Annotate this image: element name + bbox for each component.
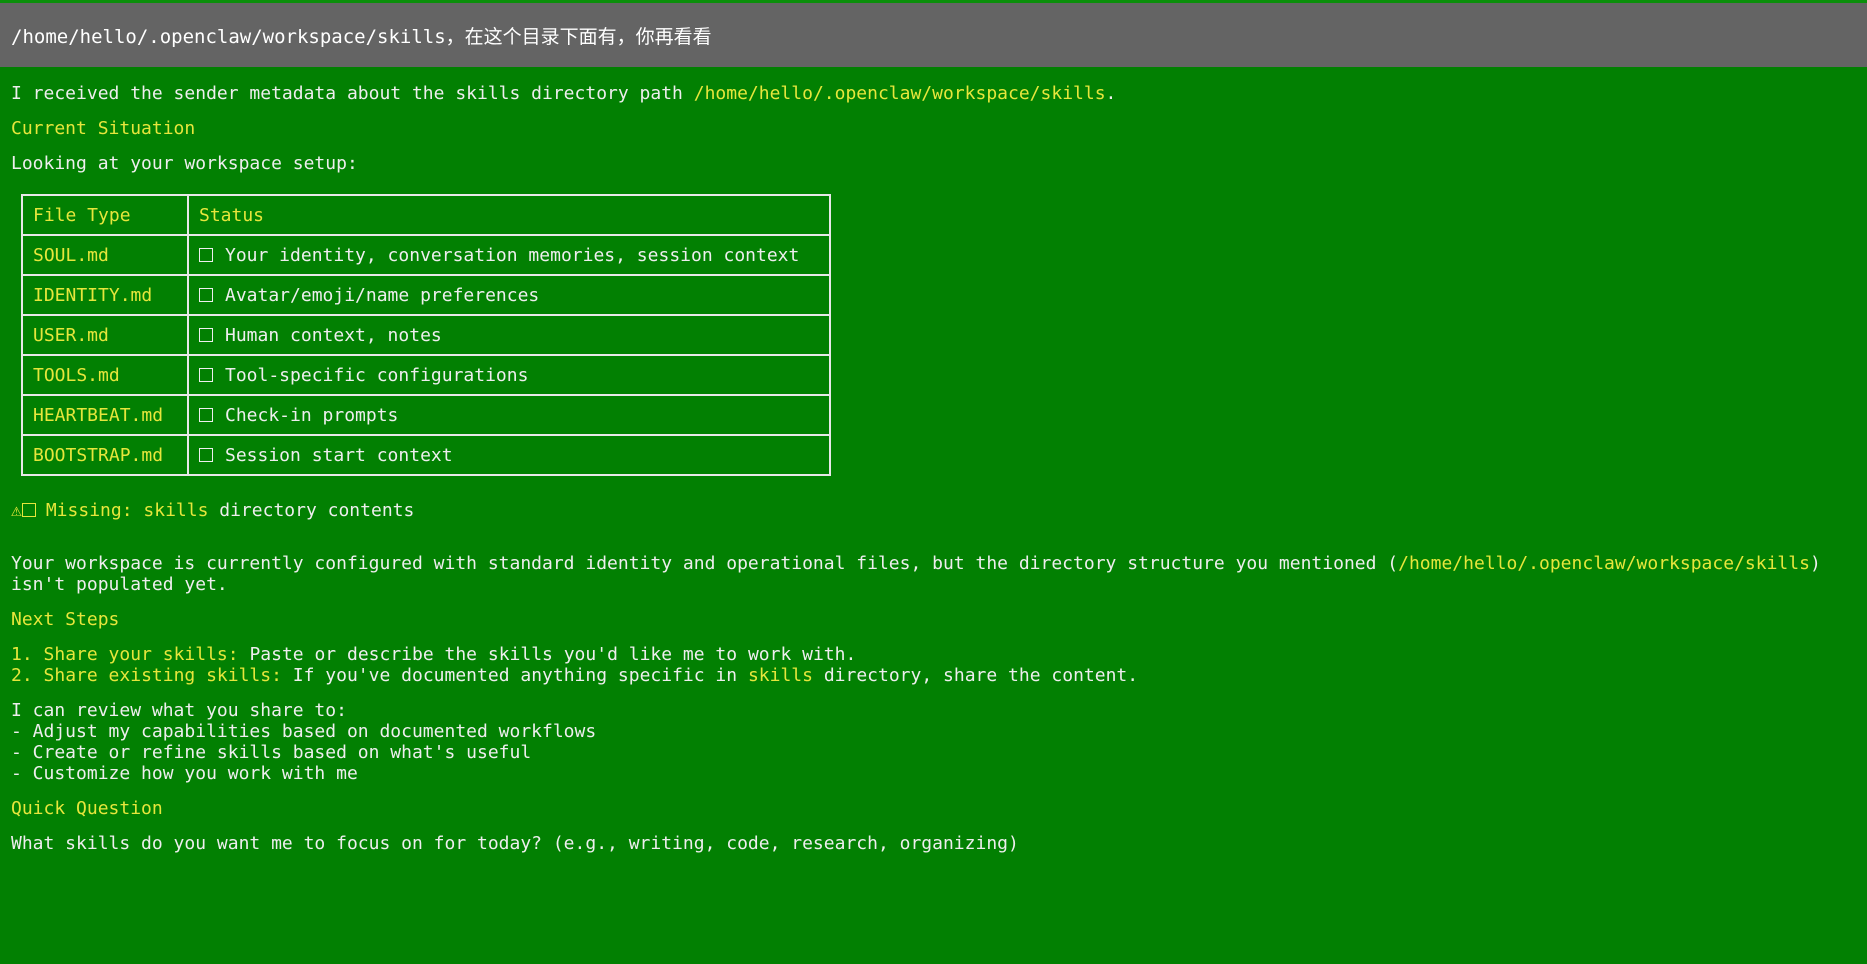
user-message-text: /home/hello/.openclaw/workspace/skills，在… xyxy=(11,25,712,48)
quick-question-text: What skills do you want me to focus on f… xyxy=(11,833,1019,854)
table-row: USER.md Human context, notes xyxy=(21,314,831,356)
table-cell-status: Your identity, conversation memories, se… xyxy=(187,234,831,276)
explanation-suffix: ) xyxy=(1809,553,1821,574)
checkbox-icon xyxy=(199,407,213,422)
table-cell-file: HEARTBEAT.md xyxy=(21,394,189,436)
table-row: HEARTBEAT.md Check-in prompts xyxy=(21,394,831,436)
review-item: - Create or refine skills based on what'… xyxy=(11,742,532,763)
review-item: - Customize how you work with me xyxy=(11,763,358,784)
file-status-table: File Type Status SOUL.md Your identity, … xyxy=(21,194,831,476)
heading-current-situation: Current Situation xyxy=(11,118,196,139)
table-cell-status: Session start context xyxy=(187,434,831,476)
warning-line: ⚠ Missing: skills directory contents xyxy=(11,500,1856,521)
intro-path: /home/hello/.openclaw/workspace/skills xyxy=(693,83,1106,104)
intro-line: I received the sender metadata about the… xyxy=(11,83,1856,104)
step-tail: directory, share the content. xyxy=(812,665,1139,686)
step-keyword: skills xyxy=(747,665,813,686)
table-row: SOUL.md Your identity, conversation memo… xyxy=(21,234,831,276)
warning-rest: directory contents xyxy=(208,500,415,521)
table-cell-file: USER.md xyxy=(21,314,189,356)
status-text: Check-in prompts xyxy=(225,404,399,426)
step-label: Share existing skills: xyxy=(43,665,282,686)
assistant-response: I received the sender metadata about the… xyxy=(0,67,1867,854)
table-cell-file: IDENTITY.md xyxy=(21,274,189,316)
checkbox-icon xyxy=(199,447,213,462)
table-cell-status: Tool-specific configurations xyxy=(187,354,831,396)
checkbox-icon xyxy=(199,367,213,382)
checkbox-icon xyxy=(199,247,213,262)
table-header-file-type: File Type xyxy=(21,194,189,236)
table-cell-file: TOOLS.md xyxy=(21,354,189,396)
table-row: TOOLS.md Tool-specific configurations xyxy=(21,354,831,396)
next-step-item: 1. Share your skills: Paste or describe … xyxy=(11,644,1856,665)
table-cell-file: BOOTSTRAP.md xyxy=(21,434,189,476)
current-situation-lead: Looking at your workspace setup: xyxy=(11,153,358,174)
heading-next-steps: Next Steps xyxy=(11,609,120,630)
explanation-line-2: isn't populated yet. xyxy=(11,574,228,595)
next-step-item: 2. Share existing skills: If you've docu… xyxy=(11,665,1856,686)
warning-icon: ⚠ xyxy=(11,500,22,521)
status-text: Avatar/emoji/name preferences xyxy=(225,284,540,306)
intro-prefix: I received the sender metadata about the… xyxy=(11,83,694,104)
table-cell-file: SOUL.md xyxy=(21,234,189,276)
checkbox-icon xyxy=(199,287,213,302)
table-row: BOOTSTRAP.md Session start context xyxy=(21,434,831,476)
status-text: Human context, notes xyxy=(225,324,442,346)
step-label: Share your skills: xyxy=(43,644,239,665)
table-header-status: Status xyxy=(187,194,831,236)
checkbox-icon xyxy=(199,327,213,342)
review-item: - Adjust my capabilities based on docume… xyxy=(11,721,597,742)
heading-quick-question: Quick Question xyxy=(11,798,163,819)
table-header-row: File Type Status xyxy=(21,194,831,236)
table-row: IDENTITY.md Avatar/emoji/name preference… xyxy=(21,274,831,316)
warning-label: Missing: xyxy=(45,500,133,521)
intro-suffix: . xyxy=(1105,83,1117,104)
explanation-path: /home/hello/.openclaw/workspace/skills xyxy=(1398,553,1810,574)
status-text: Tool-specific configurations xyxy=(225,364,529,386)
table-cell-status: Avatar/emoji/name preferences xyxy=(187,274,831,316)
warning-box-icon xyxy=(21,503,36,517)
step-text: If you've documented anything specific i… xyxy=(281,665,748,686)
step-number: 2. xyxy=(11,665,33,686)
table-cell-status: Human context, notes xyxy=(187,314,831,356)
explanation-line-1: Your workspace is currently configured w… xyxy=(11,553,1856,574)
warning-keyword: skills xyxy=(143,500,209,521)
user-message: /home/hello/.openclaw/workspace/skills，在… xyxy=(0,3,1867,67)
step-text: Paste or describe the skills you'd like … xyxy=(238,644,857,665)
explanation-prefix: Your workspace is currently configured w… xyxy=(11,553,1399,574)
status-text: Your identity, conversation memories, se… xyxy=(225,244,800,266)
status-text: Session start context xyxy=(225,444,453,466)
review-lead: I can review what you share to: xyxy=(11,700,347,721)
step-number: 1. xyxy=(11,644,33,665)
table-cell-status: Check-in prompts xyxy=(187,394,831,436)
